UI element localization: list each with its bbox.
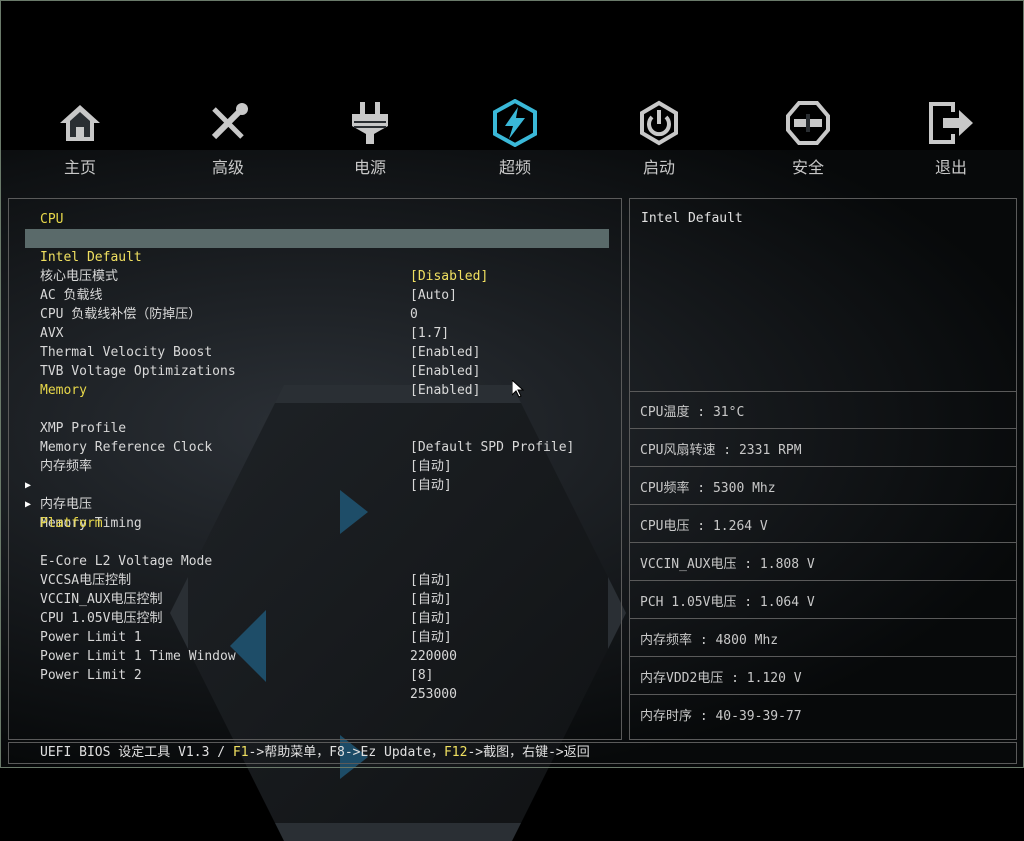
footer-text: UEFI BIOS 设定工具 V1.3 / F1->帮助菜单，F8->Ez Up… (40, 745, 590, 760)
nav-security[interactable]: 安全 (763, 100, 853, 178)
stat-cpu-voltage: CPU电压 : 1.264 V (630, 505, 1016, 543)
nav-overclock[interactable]: 超频 (470, 98, 560, 178)
home-icon (56, 101, 104, 149)
nav-advanced[interactable]: 高级 (183, 100, 273, 178)
stat-memory-frequency: 内存频率 : 4800 Mhz (630, 619, 1016, 657)
nav-exit[interactable]: 退出 (906, 100, 996, 178)
setting-intel-default[interactable]: Intel Default [Disabled] (25, 229, 609, 284)
footer-status-bar: UEFI BIOS 设定工具 V1.3 / F1->帮助菜单，F8->Ez Up… (8, 742, 1017, 764)
setting-ac-loadline[interactable]: AC 负载线 0 (25, 267, 609, 322)
setting-tvb-voltage-opt[interactable]: TVB Voltage Optimizations [Enabled] (25, 343, 609, 398)
nav-home[interactable]: 主页 (35, 100, 125, 178)
stat-cpu-fan-speed: CPU风扇转速 : 2331 RPM (630, 429, 1016, 467)
nav-label: 电源 (353, 158, 386, 177)
exit-icon (927, 100, 975, 150)
nav-label: 超频 (498, 158, 531, 177)
setting-cpu-llc[interactable]: CPU 负载线补偿（防掉压） [1.7] (25, 286, 609, 341)
setting-label: TVB Voltage Optimizations (40, 364, 236, 379)
setting-vccsa-voltage[interactable]: VCCSA电压控制 [自动] (25, 552, 609, 607)
setting-value: [Enabled] (410, 364, 481, 379)
submenu-arrow-icon: ▶ (25, 499, 32, 510)
stat-vccin-aux-voltage: VCCIN_AUX电压 : 1.808 V (630, 543, 1016, 581)
submenu-memory-timing[interactable]: ▶ Memory Timing (25, 476, 609, 531)
setting-core-voltage-mode[interactable]: 核心电压模式 [Auto] (25, 248, 609, 303)
nav-label: 安全 (791, 158, 824, 177)
nav-label: 启动 (642, 158, 675, 177)
setting-power-limit-1-window[interactable]: Power Limit 1 Time Window [8] (25, 628, 609, 683)
section-header-cpu: CPU (40, 212, 64, 227)
nav-boot[interactable]: 启动 (614, 100, 704, 178)
setting-value: [8] (410, 668, 434, 683)
stat-cpu-frequency: CPU频率 : 5300 Mhz (630, 467, 1016, 505)
power-button-icon (636, 100, 682, 150)
power-plug-icon (348, 100, 392, 150)
tools-icon (206, 101, 250, 149)
setting-memory-ref-clock[interactable]: Memory Reference Clock [自动] (25, 419, 609, 474)
setting-label: Power Limit 2 (40, 668, 142, 683)
setting-xmp-profile[interactable]: XMP Profile [Default SPD Profile] (25, 400, 609, 455)
nav-label: 主页 (63, 158, 96, 177)
help-text: Intel Default (641, 211, 743, 226)
mouse-cursor-icon (511, 378, 525, 402)
section-header-platform: Platform (40, 516, 103, 531)
setting-vccin-aux-voltage[interactable]: VCCIN_AUX电压控制 [自动] (25, 571, 609, 626)
nav-label: 高级 (211, 158, 244, 177)
submenu-memory-voltage[interactable]: ▶ 内存电压 (25, 457, 609, 512)
setting-power-limit-1[interactable]: Power Limit 1 220000 (25, 609, 609, 664)
stat-pch-voltage: PCH 1.05V电压 : 1.064 V (630, 581, 1016, 619)
setting-ecore-l2-voltage[interactable]: E-Core L2 Voltage Mode [自动] (25, 533, 609, 588)
setting-memory-frequency[interactable]: 内存频率 [自动] (25, 438, 609, 493)
setting-thermal-velocity-boost[interactable]: Thermal Velocity Boost [Enabled] (25, 324, 609, 379)
top-navigation: 主页 高级 电源 超频 启动 安全 退出 (0, 98, 1024, 190)
nav-label: 退出 (934, 158, 967, 177)
stat-memory-timing: 内存时序 : 40-39-39-77 (640, 709, 802, 724)
setting-avx[interactable]: AVX [Enabled] (25, 305, 609, 360)
overclock-bolt-icon (491, 98, 539, 151)
nav-power[interactable]: 电源 (325, 100, 415, 178)
setting-value: 253000 (410, 687, 457, 702)
help-box: Intel Default (630, 199, 1016, 392)
stat-memory-vdd2-voltage: 内存VDD2电压 : 1.120 V (630, 657, 1016, 695)
stat-cpu-temp: CPU温度 : 31°C (630, 391, 1016, 429)
setting-cpu-105v-voltage[interactable]: CPU 1.05V电压控制 [自动] (25, 590, 609, 645)
setting-power-limit-2[interactable]: Power Limit 2 253000 (25, 647, 609, 702)
shield-icon (785, 100, 831, 150)
settings-panel: CPU Intel Default [Disabled] 核心电压模式 [Aut… (8, 198, 622, 740)
info-panel: Intel Default CPU温度 : 31°C CPU风扇转速 : 233… (629, 198, 1017, 740)
